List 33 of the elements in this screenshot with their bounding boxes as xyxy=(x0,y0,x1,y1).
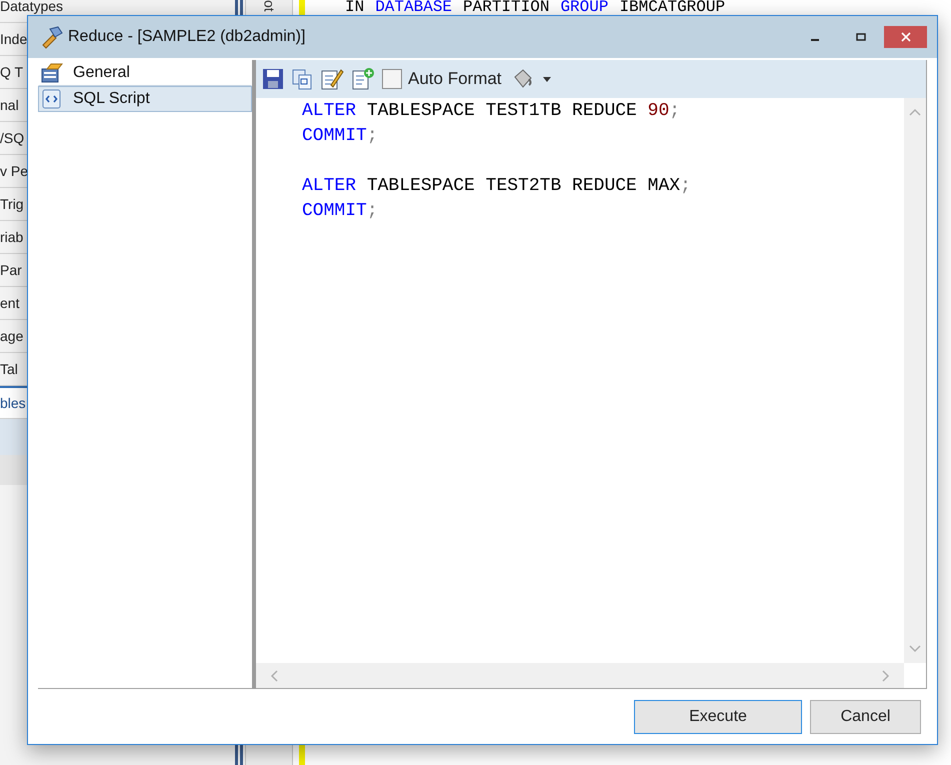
nav-item[interactable]: SQL Script xyxy=(38,86,252,112)
folder-form-icon xyxy=(41,62,63,84)
save-icon[interactable] xyxy=(262,68,284,90)
code-line: COMMIT; xyxy=(302,125,378,148)
code-line: ALTER TABLESPACE TEST2TB REDUCE MAX; xyxy=(302,175,691,198)
caret-icon xyxy=(542,76,551,82)
scroll-left-icon[interactable] xyxy=(270,670,278,682)
scroll-down-icon[interactable] xyxy=(909,645,921,653)
window-title: Reduce - [SAMPLE2 (db2admin)] xyxy=(68,27,306,47)
code-line: ALTER TABLESPACE TEST1TB REDUCE 90; xyxy=(302,100,680,123)
close-icon xyxy=(900,32,910,42)
vertical-scrollbar[interactable] xyxy=(904,98,926,663)
script-scroll-icon xyxy=(41,88,63,110)
add-document-icon[interactable] xyxy=(351,67,375,91)
edit-document-icon[interactable] xyxy=(320,67,344,91)
wrench-hammer-icon xyxy=(40,25,64,49)
code-token: IBMCATGROUP xyxy=(619,0,726,14)
auto-format-label[interactable]: Auto Format xyxy=(408,66,502,92)
copy-document-icon[interactable] xyxy=(291,68,313,90)
code-token: DATABASE xyxy=(375,0,452,14)
scroll-up-icon[interactable] xyxy=(909,108,921,116)
dialog-button[interactable]: Execute xyxy=(634,700,802,734)
dialog-button[interactable]: Cancel xyxy=(810,700,921,734)
code-token: GROUP xyxy=(560,0,608,14)
maximize-icon xyxy=(856,32,866,42)
code-line: COMMIT; xyxy=(302,200,378,223)
auto-format-checkbox[interactable] xyxy=(382,69,402,89)
code-token: IN xyxy=(345,0,364,14)
scroll-right-icon[interactable] xyxy=(882,670,890,682)
code-token: PARTITION xyxy=(463,0,550,14)
close-button[interactable] xyxy=(884,26,927,48)
minimize-icon xyxy=(811,39,819,41)
horizontal-scrollbar[interactable] xyxy=(256,663,904,688)
